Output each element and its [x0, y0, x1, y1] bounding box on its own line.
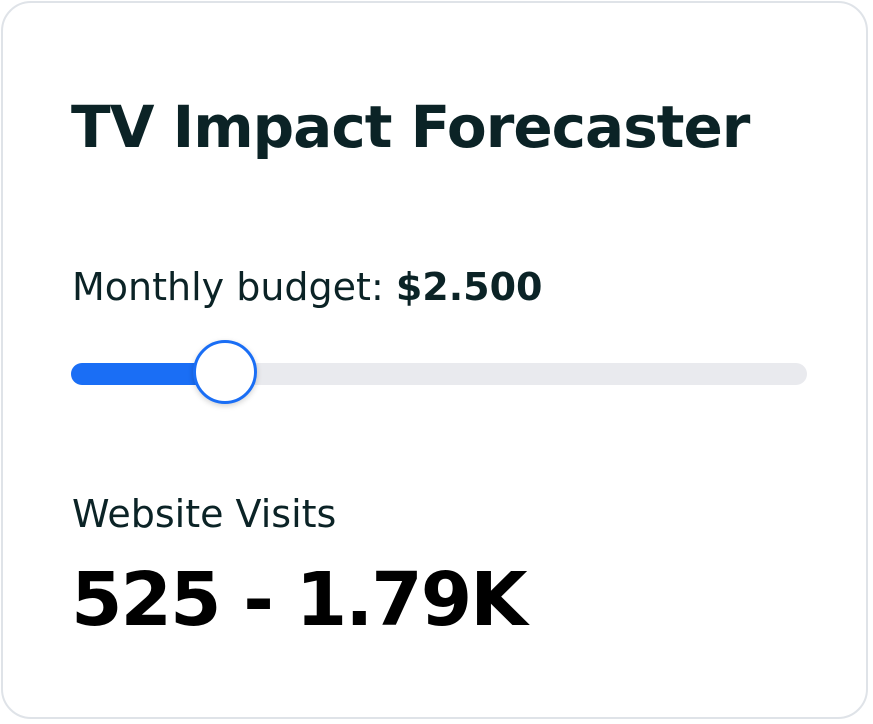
metric-label: Website Visits — [72, 492, 337, 536]
slider-thumb[interactable] — [192, 340, 257, 404]
budget-value: $2.500 — [395, 265, 543, 309]
card-title: TV Impact Forecaster — [71, 93, 750, 161]
budget-slider[interactable] — [71, 339, 807, 409]
budget-label: Monthly budget: — [72, 265, 384, 309]
metric-value: 525 - 1.79K — [71, 557, 528, 643]
budget-line: Monthly budget: $2.500 — [72, 268, 543, 306]
forecaster-card: TV Impact Forecaster Monthly budget: $2.… — [1, 1, 868, 719]
